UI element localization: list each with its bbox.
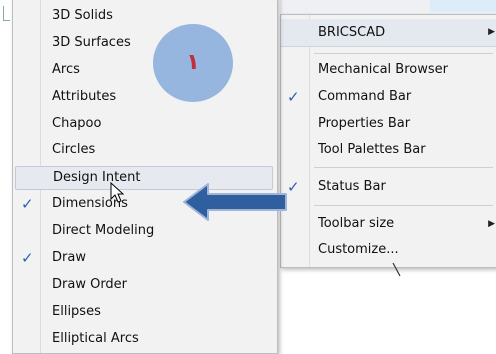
submenu-arrow-icon: ▶ <box>488 27 495 37</box>
menu-item-label: Circles <box>52 142 96 157</box>
toolbar-strip-highlight <box>430 0 496 12</box>
check-icon: ✓ <box>287 88 300 106</box>
menu-item-label: 3D Surfaces <box>52 35 131 50</box>
menu-item-label: Command Bar <box>318 89 412 104</box>
submenu-arrow-icon: ▶ <box>488 219 495 229</box>
menu-item-label: Draw Order <box>52 277 128 292</box>
menu-item-label: Direct Modeling <box>52 223 155 238</box>
menu-item-label: Elliptical Arcs <box>52 331 139 346</box>
menu-item-label: Draw <box>52 250 86 265</box>
menu-item-label: Chapoo <box>52 116 102 131</box>
menu-item-status-bar[interactable]: ✓ Status Bar <box>281 174 496 200</box>
menu-item-3d-surfaces[interactable]: 3D Surfaces <box>13 30 277 56</box>
menu-item-label: Ellipses <box>52 304 101 319</box>
context-menu-toolbars: 3D Solids 3D Surfaces Arcs Attributes Ch… <box>12 0 278 354</box>
canvas-stroke <box>392 262 401 277</box>
pointer-arrow-icon <box>183 183 287 221</box>
menu-item-mechanical-browser[interactable]: Mechanical Browser <box>281 57 496 83</box>
menu-item-label: Status Bar <box>318 179 386 194</box>
menu-item-command-bar[interactable]: ✓ Command Bar <box>281 84 496 110</box>
menu-separator <box>314 167 493 168</box>
menu-item-toolbar-size[interactable]: Toolbar size ▶ <box>281 211 496 237</box>
menu-item-draw-order[interactable]: Draw Order <box>13 272 277 298</box>
menu-item-label: Mechanical Browser <box>318 62 448 77</box>
menu-item-label: Attributes <box>52 89 117 104</box>
menu-item-elliptical-arcs[interactable]: Elliptical Arcs <box>13 326 277 352</box>
menu-item-tool-palettes-bar[interactable]: Tool Palettes Bar <box>281 137 496 163</box>
menu-item-label: Customize... <box>318 242 399 257</box>
menu-item-label: Properties Bar <box>318 116 411 131</box>
menu-item-draw[interactable]: ✓ Draw <box>13 245 277 271</box>
check-icon: ✓ <box>21 249 34 267</box>
menu-item-3d-solids[interactable]: 3D Solids <box>13 3 277 29</box>
menu-separator <box>314 53 493 54</box>
menu-item-label: 3D Solids <box>52 8 113 23</box>
menu-item-label: Tool Palettes Bar <box>318 142 426 157</box>
canvas-edge-mark <box>3 6 10 21</box>
menu-separator <box>314 205 493 206</box>
menu-item-label: Toolbar size <box>318 216 395 231</box>
menu-item-label: BRICSCAD <box>318 25 386 40</box>
menu-item-label: Arcs <box>52 62 80 77</box>
menu-item-bricscad[interactable]: BRICSCAD ▶ <box>281 19 496 47</box>
context-menu-secondary: BRICSCAD ▶ Mechanical Browser ✓ Command … <box>280 14 496 268</box>
step-number-badge: ١ <box>153 24 233 102</box>
check-icon: ✓ <box>287 178 300 196</box>
menu-item-customize[interactable]: Customize... <box>281 237 496 263</box>
menu-item-circles[interactable]: Circles <box>13 137 277 163</box>
menu-item-attributes[interactable]: Attributes <box>13 84 277 110</box>
menu-item-label: Design Intent <box>53 170 141 185</box>
check-icon: ✓ <box>21 195 34 213</box>
menu-item-properties-bar[interactable]: Properties Bar <box>281 111 496 137</box>
menu-item-arcs[interactable]: Arcs <box>13 57 277 83</box>
menu-item-ellipses[interactable]: Ellipses <box>13 299 277 325</box>
step-number-text: ١ <box>186 50 200 75</box>
mouse-cursor-icon <box>110 182 125 203</box>
menu-item-chapoo[interactable]: Chapoo <box>13 111 277 137</box>
